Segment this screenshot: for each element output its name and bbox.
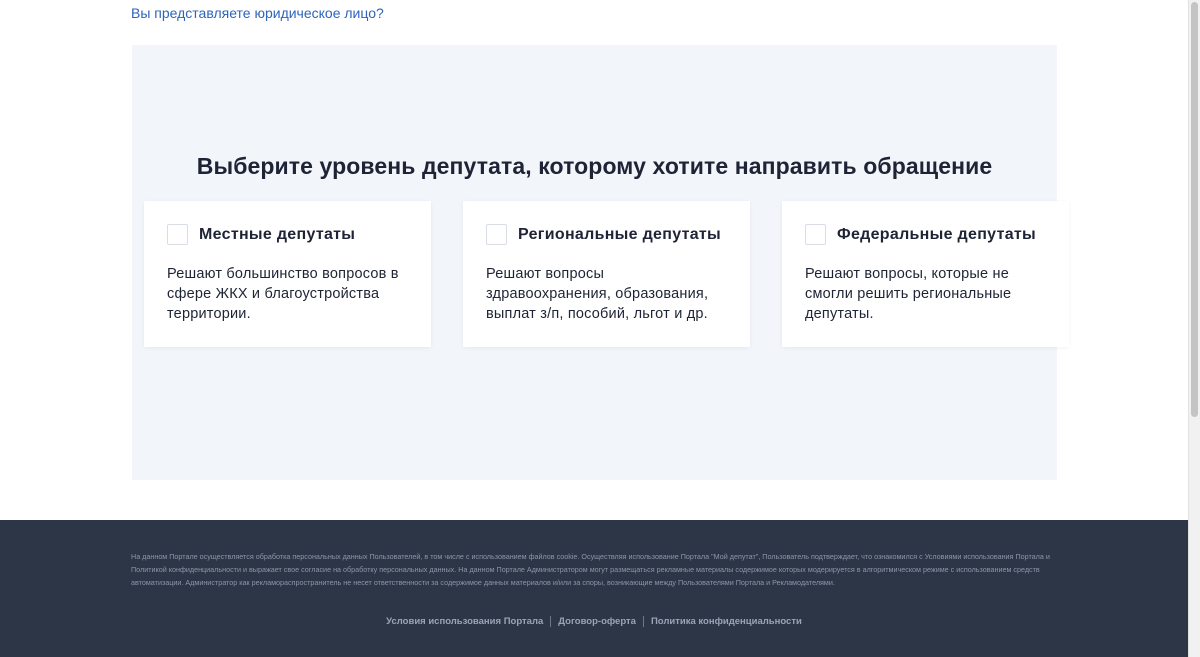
card-title: Местные депутаты <box>199 226 356 243</box>
footer: На данном Портале осуществляется обработ… <box>0 520 1188 657</box>
card-title: Федеральные депутаты <box>837 226 1036 243</box>
offer-link[interactable]: Договор-оферта <box>558 616 636 627</box>
footer-links: Условия использования Портала Договор-офе… <box>0 616 1188 627</box>
link-divider <box>642 616 644 627</box>
scrollbar-thumb[interactable] <box>1191 2 1198 417</box>
terms-link[interactable]: Условия использования Портала <box>386 616 543 627</box>
link-divider <box>550 616 552 627</box>
card-description: Решают вопросы, которые не смогли решить… <box>805 266 1012 322</box>
page-scrollbar[interactable] <box>1188 0 1200 657</box>
card-regional-deputies[interactable]: Региональные депутаты Решают вопросы здр… <box>463 201 750 347</box>
card-description: Решают большинство вопросов в сфере ЖКХ … <box>167 266 399 322</box>
local-deputies-checkbox[interactable] <box>167 224 188 245</box>
privacy-link[interactable]: Политика конфиденциальности <box>651 616 802 627</box>
card-local-deputies[interactable]: Местные депутаты Решают большинство вопр… <box>144 201 431 347</box>
card-description: Решают вопросы здравоохранения, образова… <box>486 266 709 322</box>
footer-disclaimer: На данном Портале осуществляется обработ… <box>131 552 1050 587</box>
card-title: Региональные депутаты <box>518 226 722 243</box>
federal-deputies-checkbox[interactable] <box>805 224 826 245</box>
regional-deputies-checkbox[interactable] <box>486 224 507 245</box>
legal-entity-link[interactable]: Вы представляете юридическое лицо? <box>131 5 384 21</box>
card-federal-deputies[interactable]: Федеральные депутаты Решают вопросы, кот… <box>782 201 1069 347</box>
panel-title: Выберите уровень депутата, которому хоти… <box>196 153 993 179</box>
